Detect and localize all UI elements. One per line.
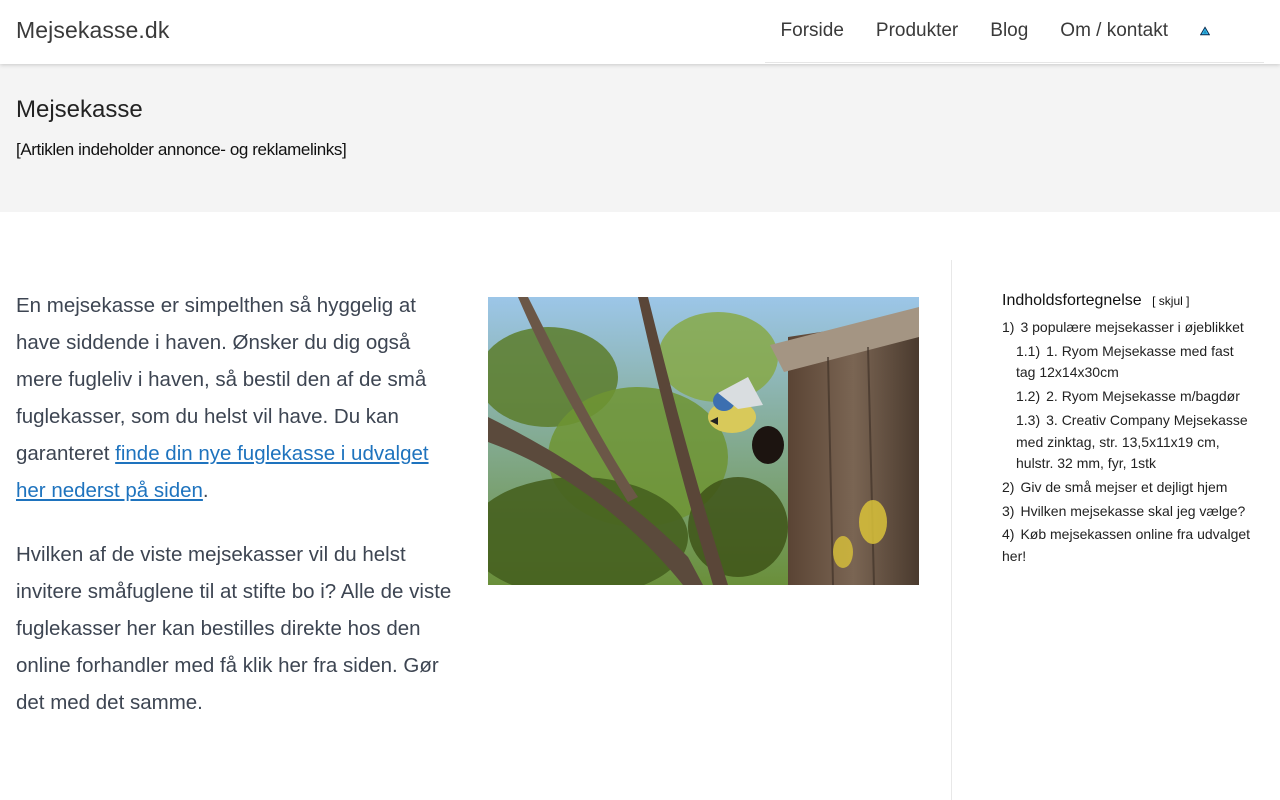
toc-item-number: 2) xyxy=(1002,478,1015,495)
toc-heading: Indholdsfortegnelse xyxy=(1002,292,1142,309)
table-of-contents: Indholdsfortegnelse [ skjul ] 1) 3 populæ… xyxy=(1002,292,1252,570)
toc-toggle-close: ] xyxy=(1186,294,1190,308)
toc-item: 1.2) 2. Ryom Mejsekasse m/bagdør xyxy=(1002,386,1252,408)
toc-link[interactable]: 3) Hvilken mejsekasse skal jeg vælge? xyxy=(1002,503,1245,519)
search-icon[interactable] xyxy=(1232,11,1264,51)
toc-link[interactable]: 2) Giv de små mejser et dejligt hjem xyxy=(1002,479,1227,495)
nav-item-produkter[interactable]: Produkter xyxy=(860,20,974,42)
toc-item: 4) Køb mejsekassen online fra udvalget he… xyxy=(1002,524,1252,567)
toc-item-text: Hvilken mejsekasse skal jeg vælge? xyxy=(1020,502,1246,519)
ad-disclaimer: [Artiklen indeholder annonce- og reklame… xyxy=(16,140,347,159)
toc-item-number: 3) xyxy=(1002,502,1015,519)
sidebar-divider xyxy=(951,260,952,800)
toc-item: 2) Giv de små mejser et dejligt hjem xyxy=(1002,477,1252,499)
article-content: En mejsekasse er simpelthen så hyggelig … xyxy=(16,287,452,748)
nav-item-blog[interactable]: Blog xyxy=(974,20,1044,42)
toc-item-number: 1.3) xyxy=(1016,411,1041,428)
toc-item-text: 3 populære mejsekasser i øjeblikket xyxy=(1020,319,1244,335)
toc-header: Indholdsfortegnelse [ skjul ] xyxy=(1002,292,1252,310)
toc-item-number: 1.1) xyxy=(1016,342,1041,359)
toc-item-text: Giv de små mejser et dejligt hjem xyxy=(1020,478,1228,495)
toc-item-number: 1.2) xyxy=(1016,388,1041,405)
nav-item-forside[interactable]: Forside xyxy=(765,20,860,42)
warning-triangle-icon[interactable] xyxy=(1184,11,1226,51)
toc-list: 1) 3 populære mejsekasser i øjeblikket 1.… xyxy=(1002,317,1252,568)
bird-box-photo xyxy=(488,297,919,585)
toc-item: 1.1) 1. Ryom Mejsekasse med fast tag 12x1… xyxy=(1002,341,1252,384)
toc-link[interactable]: 1.2) 2. Ryom Mejsekasse m/bagdør xyxy=(1016,388,1240,404)
main-nav: Forside Produkter Blog Om / kontakt xyxy=(764,0,1264,63)
toc-item-text: 3. Creativ Company Mejsekasse med zinkta… xyxy=(1016,411,1248,472)
toc-link[interactable]: 1.1) 1. Ryom Mejsekasse med fast tag 12x1… xyxy=(1016,343,1234,381)
toc-item-number: 1) xyxy=(1002,319,1015,335)
intro-text-end: . xyxy=(202,479,209,502)
toc-toggle: [ skjul ] xyxy=(1152,294,1189,308)
toc-link[interactable]: 1) 3 populære mejsekasser i øjeblikket xyxy=(1002,319,1244,335)
toc-hide-button[interactable]: skjul xyxy=(1159,294,1183,308)
toc-item: 1) 3 populære mejsekasser i øjeblikket xyxy=(1002,317,1252,339)
toc-toggle-open: [ xyxy=(1152,294,1156,308)
site-header: Mejsekasse.dk Forside Produkter Blog Om … xyxy=(0,0,1280,64)
toc-item: 3) Hvilken mejsekasse skal jeg vælge? xyxy=(1002,501,1252,523)
intro-paragraph: En mejsekasse er simpelthen så hyggelig … xyxy=(16,287,452,509)
toc-item-text: 1. Ryom Mejsekasse med fast tag 12x14x30… xyxy=(1016,342,1234,381)
toc-link[interactable]: 1.3) 3. Creativ Company Mejsekasse med zi… xyxy=(1016,412,1248,471)
intro-text: En mejsekasse er simpelthen så hyggelig … xyxy=(16,294,427,465)
site-title-link[interactable]: Mejsekasse.dk xyxy=(16,17,169,44)
toc-item-text: 2. Ryom Mejsekasse m/bagdør xyxy=(1046,388,1240,405)
nav-item-om-kontakt[interactable]: Om / kontakt xyxy=(1044,20,1184,42)
second-paragraph: Hvilken af de viste mejsekasser vil du h… xyxy=(16,543,452,714)
toc-item-text: Køb mejsekassen online fra udvalget her! xyxy=(1002,526,1251,565)
page-title: Mejsekasse xyxy=(16,96,143,123)
toc-item: 1.3) 3. Creativ Company Mejsekasse med zi… xyxy=(1002,410,1252,475)
toc-item-number: 4) xyxy=(1002,526,1015,543)
toc-link[interactable]: 4) Køb mejsekassen online fra udvalget he… xyxy=(1002,526,1250,564)
page-hero: Mejsekasse [Artiklen indeholder annonce-… xyxy=(0,64,1280,212)
